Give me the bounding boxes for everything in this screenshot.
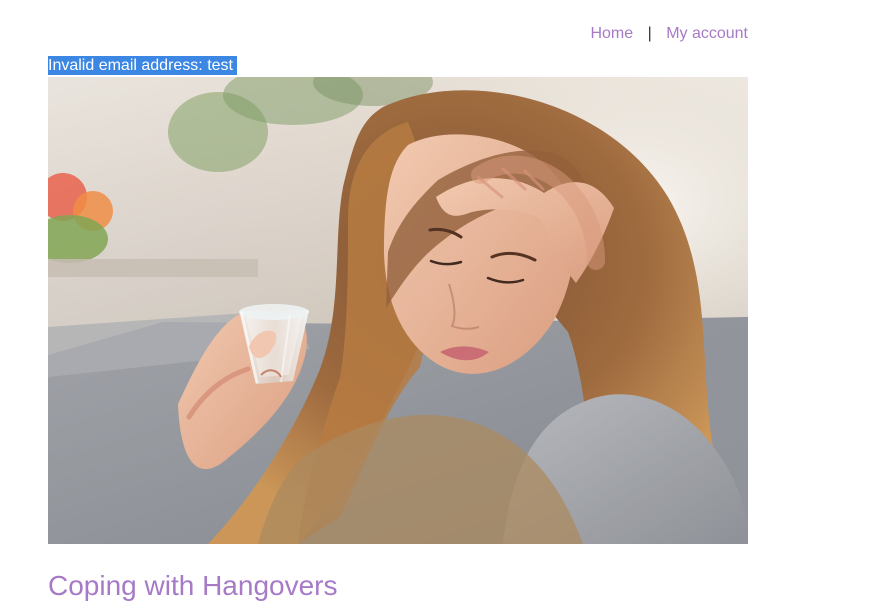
- nav-separator: |: [647, 25, 652, 42]
- my-account-link[interactable]: My account: [666, 25, 748, 42]
- article-title: Coping with Hangovers: [48, 570, 338, 601]
- home-link[interactable]: Home: [590, 25, 633, 42]
- woman-holding-water-glass-image: [48, 77, 748, 544]
- error-message-text: Invalid email address: test: [48, 57, 233, 74]
- page: Home | My account Invalid email address:…: [0, 0, 880, 615]
- top-navigation: Home | My account: [590, 24, 748, 44]
- article-hero-image: [48, 77, 748, 544]
- error-message: Invalid email address: test: [48, 56, 237, 75]
